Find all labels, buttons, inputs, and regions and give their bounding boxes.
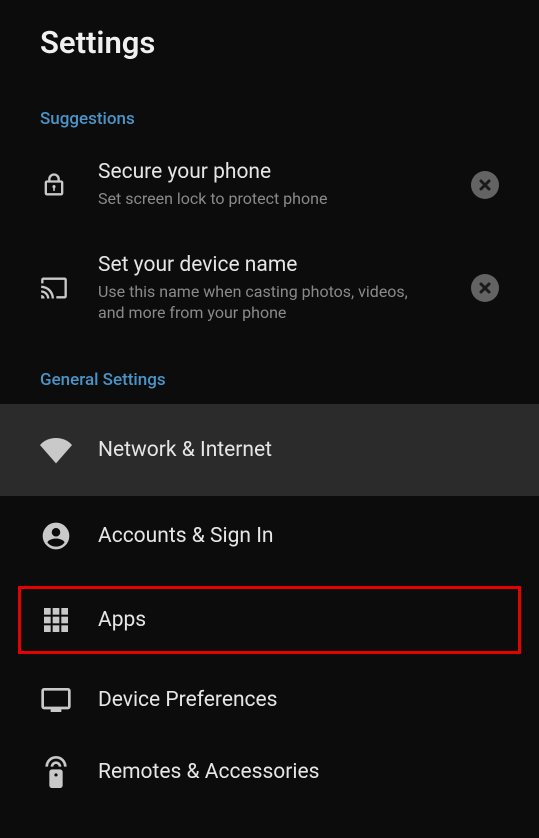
- suggestion-title: Secure your phone: [98, 159, 463, 185]
- suggestion-text: Set your device name Use this name when …: [98, 252, 471, 324]
- settings-item-text: Network & Internet: [98, 437, 499, 463]
- settings-item-title: Accounts & Sign In: [98, 523, 491, 549]
- settings-item-title: Apps: [98, 607, 491, 633]
- section-label-suggestions: Suggestions: [0, 79, 539, 143]
- wifi-icon: [40, 434, 98, 466]
- settings-item-text: Accounts & Sign In: [98, 523, 499, 549]
- page-title: Settings: [40, 24, 499, 61]
- settings-item-network[interactable]: Network & Internet: [0, 404, 539, 496]
- settings-item-text: Remotes & Accessories: [98, 759, 499, 785]
- suggestion-secure-phone[interactable]: Secure your phone Set screen lock to pro…: [0, 143, 539, 226]
- settings-item-accounts[interactable]: Accounts & Sign In: [0, 496, 539, 576]
- settings-item-title: Network & Internet: [98, 437, 491, 463]
- lock-icon: [40, 171, 98, 199]
- account-icon: [40, 520, 98, 552]
- settings-item-remotes[interactable]: Remotes & Accessories: [0, 736, 539, 808]
- suggestion-title: Set your device name: [98, 252, 463, 278]
- suggestion-sub: Use this name when casting photos, video…: [98, 282, 428, 324]
- header: Settings: [0, 0, 539, 79]
- cast-icon: [40, 274, 98, 302]
- tv-icon: [40, 684, 98, 716]
- suggestion-sub: Set screen lock to protect phone: [98, 189, 428, 210]
- apps-icon: [40, 604, 98, 636]
- settings-item-text: Device Preferences: [98, 687, 499, 713]
- settings-item-apps[interactable]: Apps: [18, 586, 521, 654]
- remote-icon: [40, 756, 98, 788]
- settings-item-title: Device Preferences: [98, 687, 491, 713]
- close-icon[interactable]: [471, 274, 499, 302]
- settings-item-device-prefs[interactable]: Device Preferences: [0, 664, 539, 736]
- section-label-general: General Settings: [0, 340, 539, 404]
- suggestion-text: Secure your phone Set screen lock to pro…: [98, 159, 471, 210]
- suggestion-device-name[interactable]: Set your device name Use this name when …: [0, 236, 539, 340]
- close-icon[interactable]: [471, 171, 499, 199]
- settings-item-text: Apps: [98, 607, 499, 633]
- settings-item-title: Remotes & Accessories: [98, 759, 491, 785]
